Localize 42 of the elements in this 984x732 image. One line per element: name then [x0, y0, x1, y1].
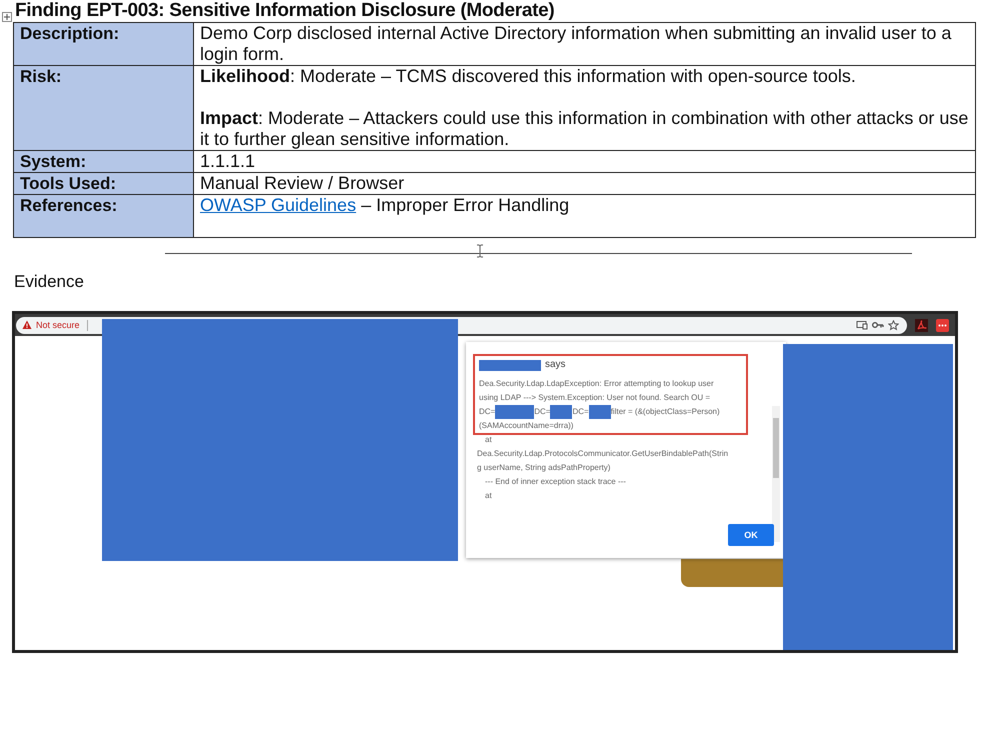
reference-text: – Improper Error Handling	[360, 195, 570, 215]
warning-icon	[22, 320, 32, 330]
redaction-block	[588, 405, 611, 419]
security-label[interactable]: Not secure	[36, 320, 80, 330]
dialog-title: says	[545, 358, 566, 372]
finding-title: Finding EPT-003: Sensitive Information Disclosure (Moderate)	[15, 0, 554, 22]
ok-button[interactable]: OK	[728, 524, 774, 546]
error-text: DC=	[572, 406, 589, 418]
key-icon	[872, 320, 884, 330]
row-label: Description:	[14, 22, 194, 66]
scrollbar-thumb[interactable]	[773, 418, 779, 478]
row-label: System:	[14, 150, 194, 172]
stack-trace-text: --- End of inner exception stack trace ---	[484, 476, 626, 488]
extension-icon	[936, 318, 949, 332]
stack-trace-text: Dea.Security.Ldap.ProtocolsCommunicator.GetUserBindablePath(Strin	[477, 448, 728, 460]
evidence-heading: Evidence	[14, 272, 85, 292]
error-text: (SAMAccountName=drra))	[479, 420, 574, 432]
cell-text: Likelihood: Moderate – TCMS discovered this information with open-source tools.	[200, 66, 857, 87]
redaction-block	[479, 360, 541, 370]
error-text: Dea.Security.Ldap.LdapException: Error attempting to lookup user	[479, 378, 714, 390]
error-text: filter = (&(objectClass=Person)	[610, 406, 720, 418]
reference-link[interactable]: OWASP Guidelines	[200, 195, 356, 215]
row-label: Risk:	[14, 66, 194, 150]
pdf-icon	[915, 318, 928, 332]
screen-icon	[856, 320, 868, 330]
error-text: using LDAP ---> System.Exception: User not found. Search OU =	[479, 392, 710, 404]
stack-trace-text: at	[484, 434, 492, 446]
cell-text: Impact: Moderate – Attackers could use this information in combination with other attacks or use it to further glean sensitive information.	[200, 108, 970, 150]
row-label: References:	[14, 194, 194, 238]
row-label: Tools Used:	[14, 172, 194, 194]
cell-text: Manual Review / Browser	[200, 173, 406, 194]
error-text: DC=	[479, 406, 496, 418]
redaction-block	[495, 405, 534, 419]
redaction-block	[550, 405, 572, 419]
text-cursor-icon	[476, 244, 484, 258]
stack-trace-text: at	[484, 490, 492, 502]
star-icon	[888, 320, 899, 330]
table-move-handle-icon	[2, 12, 12, 22]
cell-text: Demo Corp disclosed internal Active Directory information when submitting an invalid user to a login form.	[200, 23, 952, 65]
error-text: DC=	[534, 406, 550, 418]
stack-trace-text: g userName, String adsPathProperty)	[477, 462, 610, 474]
cell-text: 1.1.1.1	[200, 151, 256, 172]
